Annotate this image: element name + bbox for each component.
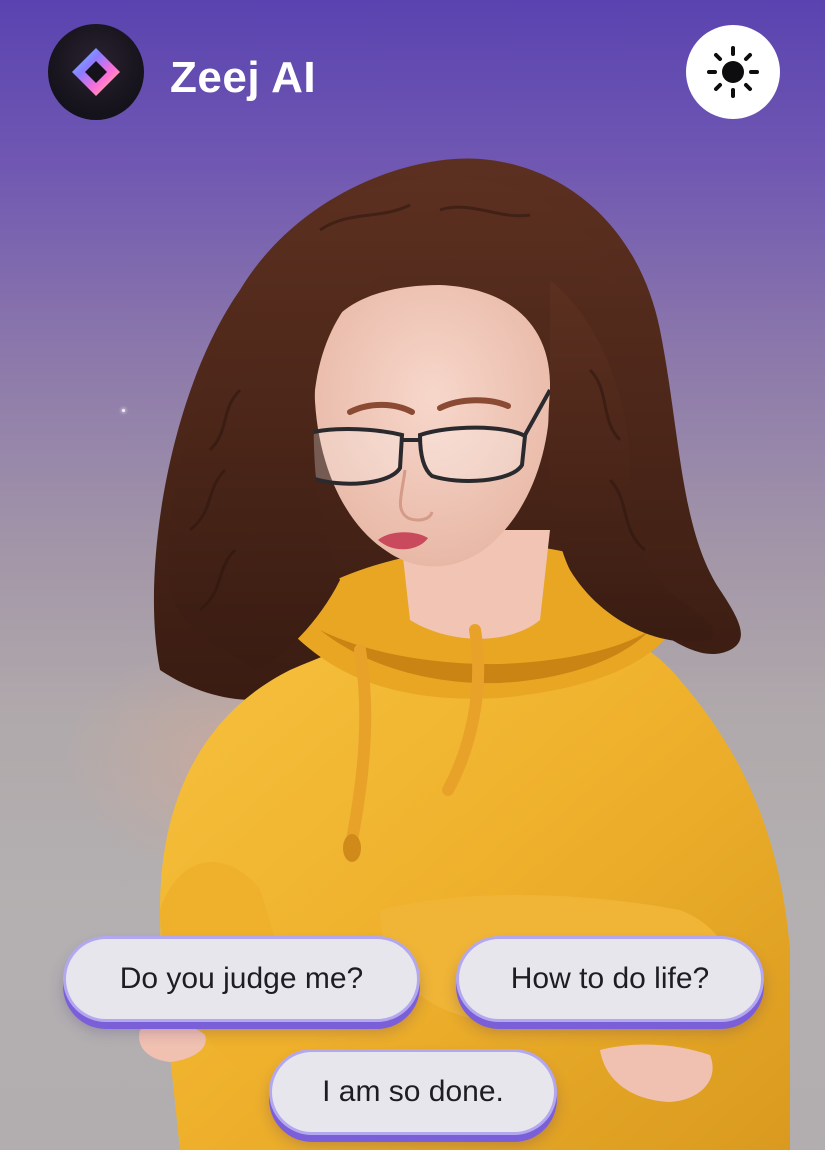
app-title: Zeej AI bbox=[170, 53, 317, 102]
app-header: Zeej AI bbox=[0, 0, 825, 150]
suggestion-chip-done[interactable]: I am so done. bbox=[269, 1049, 557, 1135]
sun-icon bbox=[707, 46, 759, 98]
suggestion-chip-judge[interactable]: Do you judge me? bbox=[63, 936, 420, 1022]
zeej-diamond-logo-icon[interactable] bbox=[48, 24, 144, 120]
suggestion-chip-life[interactable]: How to do life? bbox=[456, 936, 764, 1022]
theme-toggle-button[interactable] bbox=[686, 25, 780, 119]
